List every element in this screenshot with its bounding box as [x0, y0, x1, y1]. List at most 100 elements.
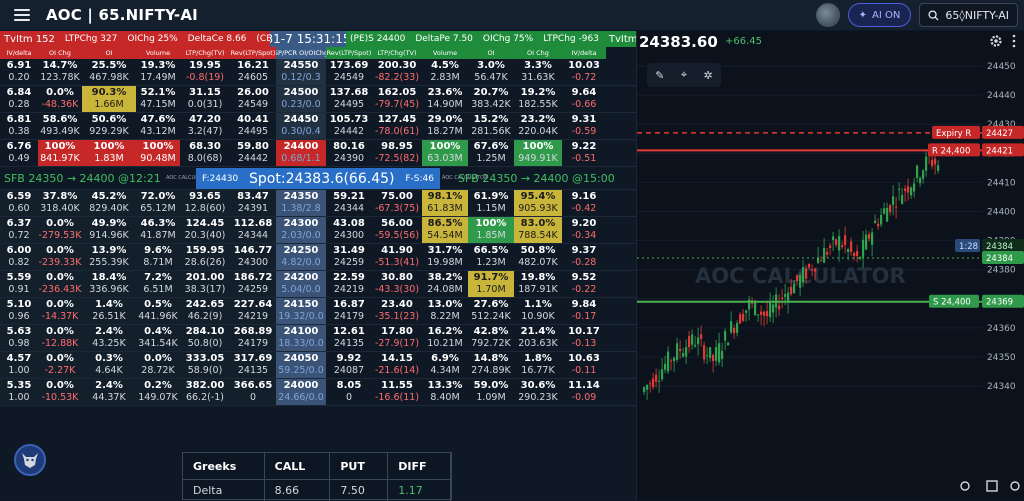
cell-primary: 137.68 — [330, 87, 369, 99]
crosshair-icon[interactable]: ⌖ — [681, 68, 687, 82]
cell-primary: 100% — [476, 218, 507, 230]
search-value: 65◊NIFTY-AI — [945, 9, 1009, 22]
bull-logo-button[interactable] — [14, 444, 46, 476]
cell-secondary: 8.40M — [430, 392, 459, 404]
last-price-value-bg — [982, 239, 1024, 252]
chain-row[interactable]: 6.810.3858.6%493.49K50.6%929.29K47.6%43.… — [0, 113, 636, 140]
candle-body — [814, 269, 816, 272]
chain-row[interactable]: 6.590.6037.8%318.40K45.2%829.40K72.0%65.… — [0, 190, 636, 217]
chain-cell: 15.2%281.56K — [468, 113, 514, 139]
pencil-icon[interactable]: ✎ — [655, 69, 664, 82]
chain-row[interactable]: 5.630.980.0%-12.88K2.4%43.25K0.4%341.54K… — [0, 325, 636, 352]
chain-cell: 5.351.00 — [0, 379, 38, 405]
cell-secondary: 1.83M — [94, 153, 123, 165]
cell-secondary: 467.98K — [89, 72, 128, 84]
chain-cell: 29.0%18.27M — [422, 113, 468, 139]
chain-cell: 50.8%482.07K — [514, 244, 562, 270]
chain-cell: 0.4%341.54K — [136, 325, 180, 351]
chain-cell: 366.650 — [230, 379, 276, 405]
cell-primary: 8.05 — [337, 380, 362, 392]
strike-cell: 2415019.32/0.0 — [276, 298, 326, 324]
chain-row[interactable]: 5.100.960.0%-14.37K1.4%26.51K0.5%441.96K… — [0, 298, 636, 325]
cell-secondary: -82.2(33) — [375, 72, 419, 84]
cell-secondary: 24135 — [334, 338, 364, 350]
cell-primary: 98.1% — [428, 191, 463, 203]
cell-primary: 13.9% — [92, 245, 127, 257]
y-tick-label: 24350 — [987, 353, 1016, 363]
strike-cell: 2405059.25/0.0 — [276, 352, 326, 378]
chain-cell: 16.8724179 — [326, 298, 372, 324]
chain-row[interactable]: 6.760.49100%841.97K100%1.83M100%90.48M68… — [0, 140, 636, 167]
magnet-icon[interactable]: ✲ — [704, 69, 713, 82]
chain-cell: 50.6%929.29K — [82, 113, 136, 139]
menu-icon[interactable] — [14, 9, 30, 21]
symbol-search[interactable]: 65◊NIFTY-AI — [919, 3, 1018, 27]
chain-cell: 100%949.91K — [514, 140, 562, 166]
ce-delta: DeltaCe 8.66 — [188, 34, 247, 44]
cell-secondary: -78.0(61) — [375, 126, 419, 138]
cell-primary: 31.49 — [333, 245, 365, 257]
cell-primary: 12.61 — [333, 326, 365, 338]
cell-primary: 59.80 — [237, 141, 269, 153]
column-header-3: Volume — [136, 47, 180, 59]
chain-cell: 9.64-0.66 — [562, 86, 606, 112]
chain-row[interactable]: 6.370.720.0%-279.53K49.9%914.96K46.3%41.… — [0, 217, 636, 244]
ai-toggle-button[interactable]: ✦ AI ON — [848, 3, 912, 27]
resistance-value: 24421 — [986, 146, 1013, 156]
cell-primary: 30.80 — [381, 272, 413, 284]
chain-cell: 49.9%914.96K — [82, 217, 136, 243]
candle-body — [877, 224, 879, 226]
cell-secondary: 65.12M — [140, 203, 175, 215]
candle-body — [835, 239, 837, 245]
top-bar: AOC | 65.NIFTY-AI ✦ AI ON 65◊NIFTY-AI — [0, 0, 1024, 30]
chart-reset-icon — [961, 482, 969, 490]
candle-body — [796, 275, 798, 281]
more-options-icon[interactable] — [1011, 34, 1017, 48]
chain-row[interactable]: 5.351.000.0%-10.53K2.4%44.37K0.2%149.07K… — [0, 379, 636, 406]
cell-primary: 11.14 — [568, 380, 600, 392]
cell-primary: 83.47 — [237, 191, 269, 203]
cell-secondary: 341.54K — [138, 338, 177, 350]
chain-row[interactable]: 6.000.820.0%-239.33K13.9%255.39K9.6%8.71… — [0, 244, 636, 271]
cell-secondary: 829.40K — [89, 203, 128, 215]
cell-secondary: 14.90M — [427, 99, 462, 111]
chain-cell: 83.4724391 — [230, 190, 276, 216]
chain-cell: 37.8%318.40K — [38, 190, 82, 216]
cell-primary: 112.68 — [234, 218, 273, 230]
cell-primary: 49.9% — [92, 218, 127, 230]
chain-row[interactable]: 6.840.280.0%-48.36K90.3%1.66M52.1%47.15M… — [0, 86, 636, 113]
chain-cell: 2.4%43.25K — [82, 325, 136, 351]
greeks-table: Greeks CALL PUT DIFF Delta 8.66 7.50 1.1… — [183, 453, 451, 501]
chain-row[interactable]: 5.590.910.0%-236.43K18.4%336.96K7.2%6.51… — [0, 271, 636, 298]
y-tick-label: 24420 — [987, 149, 1016, 159]
cell-primary: 9.20 — [572, 218, 597, 230]
cell-primary: 10.63 — [568, 353, 600, 365]
chain-cell: 317.6924135 — [230, 352, 276, 378]
candle-body — [802, 267, 804, 282]
chart-settings-icon[interactable] — [989, 34, 1003, 48]
support-value: 24369 — [986, 298, 1013, 308]
cell-secondary: 123.78K — [40, 72, 79, 84]
candle-body — [754, 301, 756, 315]
candle-body — [694, 345, 696, 346]
chain-row[interactable]: 6.910.2014.7%123.78K25.5%467.98K19.3%17.… — [0, 59, 636, 86]
cell-primary: 86.5% — [428, 218, 463, 230]
cell-secondary: 1.85M — [476, 230, 505, 242]
greeks-header: Greeks — [183, 453, 264, 480]
chain-row[interactable]: 4.571.000.0%-2.27K0.3%4.64K0.0%28.72K333… — [0, 352, 636, 379]
avatar[interactable] — [816, 3, 840, 27]
chain-cell: 72.0%65.12M — [136, 190, 180, 216]
cell-secondary: 0.20 — [8, 72, 29, 84]
candle-body — [841, 245, 843, 247]
candle-body — [760, 312, 762, 315]
cell-secondary: 0.0(31) — [188, 99, 223, 111]
candle-body — [739, 314, 741, 323]
cell-secondary: -51.3(41) — [375, 257, 419, 269]
candle-body — [670, 360, 672, 361]
candle-body — [682, 353, 684, 357]
expiry-label: Expiry R — [936, 129, 971, 139]
candlestick-chart[interactable]: 2445024440244302442024410244002439024380… — [637, 31, 1024, 500]
cell-primary: 45.2% — [92, 191, 127, 203]
cell-secondary: 19.32/0.0 — [278, 311, 324, 323]
cell-primary: 317.69 — [234, 353, 273, 365]
